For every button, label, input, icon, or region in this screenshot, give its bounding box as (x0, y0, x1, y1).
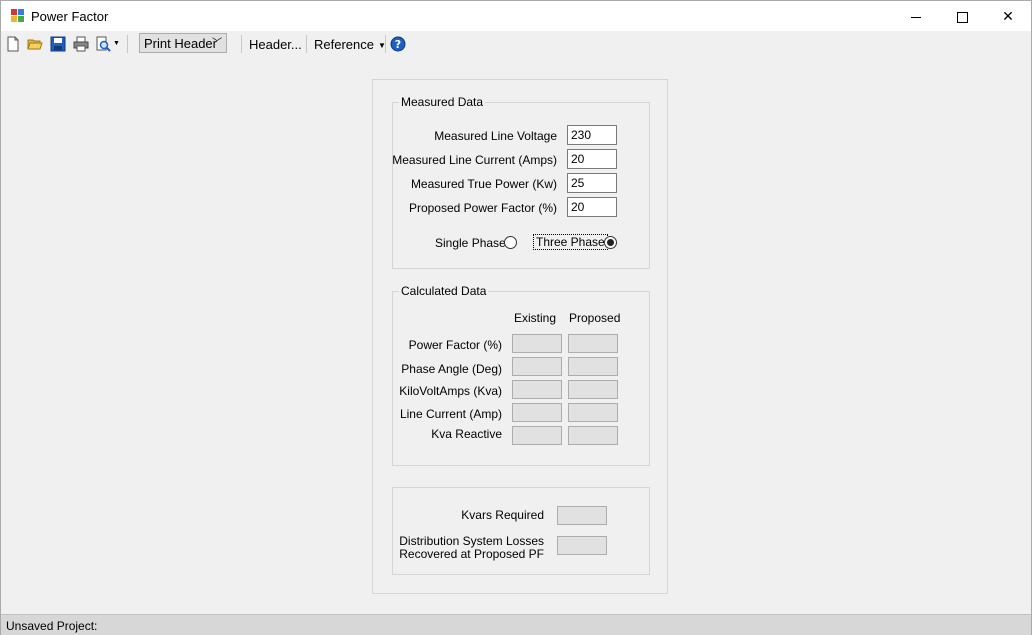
kva-label: KiloVoltAmps (Kva) (399, 384, 502, 398)
single-phase-radio[interactable] (504, 236, 517, 249)
losses-label-line1: Distribution System Losses (399, 534, 544, 548)
kvars-required-label: Kvars Required (461, 508, 544, 522)
print-icon[interactable] (73, 36, 89, 52)
phase-angle-label: Phase Angle (Deg) (401, 362, 502, 376)
status-text: Unsaved Project: (6, 619, 98, 633)
proposed-column-header: Proposed (569, 311, 621, 325)
toolbar-separator (241, 35, 242, 53)
power-factor-proposed (568, 334, 618, 353)
power-factor-label: Power Factor (%) (408, 338, 502, 352)
line-voltage-input[interactable]: 230 (567, 125, 617, 145)
title-bar: Power Factor ✕ (1, 1, 1031, 31)
phase-angle-proposed (568, 357, 618, 376)
print-preview-icon[interactable] (95, 36, 111, 52)
chevron-down-icon: ﹀ (212, 38, 222, 49)
minimize-button[interactable] (893, 1, 939, 31)
maximize-icon (956, 11, 968, 23)
true-power-input[interactable]: 25 (567, 173, 617, 193)
single-phase-label[interactable]: Single Phase (435, 236, 506, 250)
line-current-existing (512, 403, 562, 422)
kvars-required-value (557, 506, 607, 525)
app-icon (11, 9, 25, 23)
proposed-pf-input[interactable]: 20 (567, 197, 617, 217)
minimize-icon (911, 16, 921, 18)
proposed-pf-label: Proposed Power Factor (%) (408, 201, 557, 215)
toolbar-separator (306, 35, 307, 53)
kva-reactive-existing (512, 426, 562, 445)
line-current-input[interactable]: 20 (567, 149, 617, 169)
line-current-calc-label: Line Current (Amp) (399, 407, 502, 421)
reference-menu-button[interactable]: Reference ▼ (314, 37, 386, 52)
three-phase-label[interactable]: Three Phase (533, 234, 608, 250)
save-icon[interactable] (50, 36, 66, 52)
measured-data-group: Measured Data Measured Line Voltage 230 … (392, 95, 650, 269)
line-voltage-label: Measured Line Voltage (434, 129, 557, 143)
existing-column-header: Existing (514, 311, 557, 325)
close-button[interactable]: ✕ (985, 1, 1031, 31)
kva-reactive-proposed (568, 426, 618, 445)
svg-text:?: ? (395, 38, 401, 51)
calculated-data-group: Calculated Data Existing Proposed Power … (392, 284, 650, 466)
print-header-button[interactable]: Print Header ﹀ (139, 33, 227, 53)
preview-dropdown-icon[interactable]: ▼ (113, 40, 120, 47)
window-title: Power Factor (31, 9, 109, 24)
toolbar-separator (385, 35, 386, 53)
three-phase-radio[interactable] (604, 236, 617, 249)
kva-reactive-label: Kva Reactive (431, 427, 502, 441)
results-group: Kvars Required Distribution System Losse… (392, 487, 650, 575)
calculated-data-title: Calculated Data (399, 284, 489, 298)
reference-label: Reference (314, 37, 374, 52)
kva-existing (512, 380, 562, 399)
maximize-button[interactable] (939, 1, 985, 31)
line-current-label: Measured Line Current (Amps) (392, 153, 557, 167)
measured-data-title: Measured Data (399, 95, 486, 109)
close-icon: ✕ (1002, 8, 1014, 24)
losses-label-line2: Recovered at Proposed PF (399, 547, 544, 561)
new-file-icon[interactable] (5, 36, 21, 52)
open-folder-icon[interactable] (27, 36, 43, 52)
help-icon[interactable]: ? (390, 36, 406, 52)
print-header-label: Print Header (144, 36, 217, 51)
true-power-label: Measured True Power (Kw) (410, 177, 557, 191)
toolbar: ▼ Print Header ﹀ Header... Reference ▼ ? (1, 31, 1031, 57)
toolbar-separator (127, 35, 128, 53)
kva-proposed (568, 380, 618, 399)
line-current-proposed (568, 403, 618, 422)
status-bar: Unsaved Project: (1, 614, 1031, 635)
losses-recovered-value (557, 536, 607, 555)
main-panel: Measured Data Measured Line Voltage 230 … (372, 79, 668, 594)
app-window: Power Factor ✕ ▼ Print Header ﹀ Header..… (0, 0, 1032, 635)
phase-angle-existing (512, 357, 562, 376)
power-factor-existing (512, 334, 562, 353)
header-menu-button[interactable]: Header... (249, 37, 302, 52)
